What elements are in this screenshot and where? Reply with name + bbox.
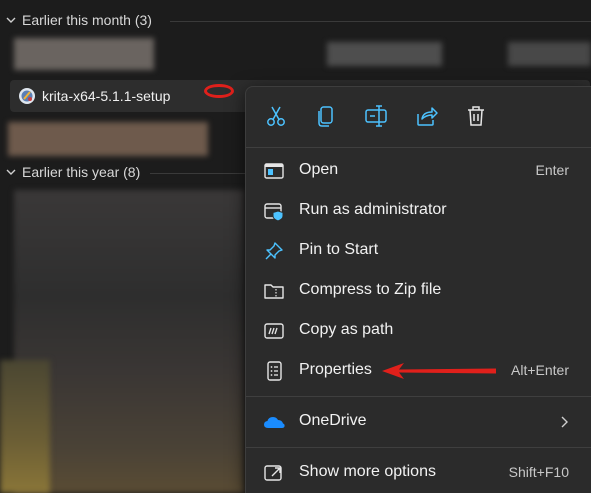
delete-icon[interactable] xyxy=(463,103,489,129)
share-icon[interactable] xyxy=(413,103,439,129)
show-more-icon xyxy=(264,465,282,481)
menu-item-copy-as-path[interactable]: Copy as path xyxy=(246,311,591,351)
menu-item-label: Run as administrator xyxy=(299,201,447,218)
rename-icon[interactable] xyxy=(363,103,389,129)
pin-icon xyxy=(265,242,283,260)
chevron-down-icon xyxy=(6,169,16,175)
menu-item-shortcut: Alt+Enter xyxy=(511,362,569,378)
menu-item-show-more-options[interactable]: Show more options Shift+F10 xyxy=(246,453,591,493)
menu-separator xyxy=(246,147,591,148)
cut-icon[interactable] xyxy=(263,103,289,129)
menu-item-label: Properties xyxy=(299,361,372,378)
group-divider xyxy=(150,173,245,174)
menu-item-label: Show more options xyxy=(299,463,436,480)
menu-item-label: Copy as path xyxy=(299,321,394,338)
annotation-circle xyxy=(204,84,234,98)
menu-item-label: Pin to Start xyxy=(299,241,379,258)
blurred-file-thumbnail xyxy=(8,122,208,156)
group-header-earlier-this-month[interactable]: Earlier this month (3) xyxy=(0,8,152,32)
file-name: krita-x64-5.1.1-setup xyxy=(42,88,171,104)
menu-item-compress-to-zip[interactable]: Compress to Zip file xyxy=(246,271,591,311)
blurred-file-detail xyxy=(327,42,442,66)
menu-item-label: Compress to Zip file xyxy=(299,281,442,298)
chevron-down-icon xyxy=(6,17,16,23)
group-label: Earlier this month (3) xyxy=(22,12,152,28)
onedrive-cloud-icon xyxy=(264,417,285,428)
context-menu: Open Enter Run as administrator Pin to S… xyxy=(245,86,591,493)
menu-item-open[interactable]: Open Enter xyxy=(246,151,591,191)
menu-item-run-as-administrator[interactable]: Run as administrator xyxy=(246,191,591,231)
properties-icon xyxy=(267,361,282,381)
zip-folder-icon xyxy=(264,284,284,299)
admin-shield-icon xyxy=(264,203,284,222)
group-label: Earlier this year (8) xyxy=(22,164,141,180)
blurred-file-detail xyxy=(508,42,591,66)
menu-item-shortcut: Enter xyxy=(535,162,569,178)
menu-item-pin-to-start[interactable]: Pin to Start xyxy=(246,231,591,271)
menu-item-label: Open xyxy=(299,161,339,178)
blurred-file-thumbnail xyxy=(0,360,50,493)
menu-separator xyxy=(246,447,591,448)
copy-icon[interactable] xyxy=(313,103,339,129)
group-divider xyxy=(170,21,591,22)
quick-actions-bar xyxy=(246,87,591,147)
menu-item-shortcut: Shift+F10 xyxy=(508,464,569,480)
menu-separator xyxy=(246,396,591,397)
chevron-right-icon xyxy=(561,416,568,428)
copy-path-icon xyxy=(264,323,284,339)
krita-app-icon xyxy=(19,88,35,104)
group-header-earlier-this-year[interactable]: Earlier this year (8) xyxy=(0,160,140,184)
menu-item-label: OneDrive xyxy=(299,412,367,429)
menu-item-onedrive[interactable]: OneDrive xyxy=(246,402,591,442)
blurred-file-thumbnail xyxy=(14,38,154,70)
annotation-arrow xyxy=(382,363,496,379)
open-app-icon xyxy=(264,163,284,179)
